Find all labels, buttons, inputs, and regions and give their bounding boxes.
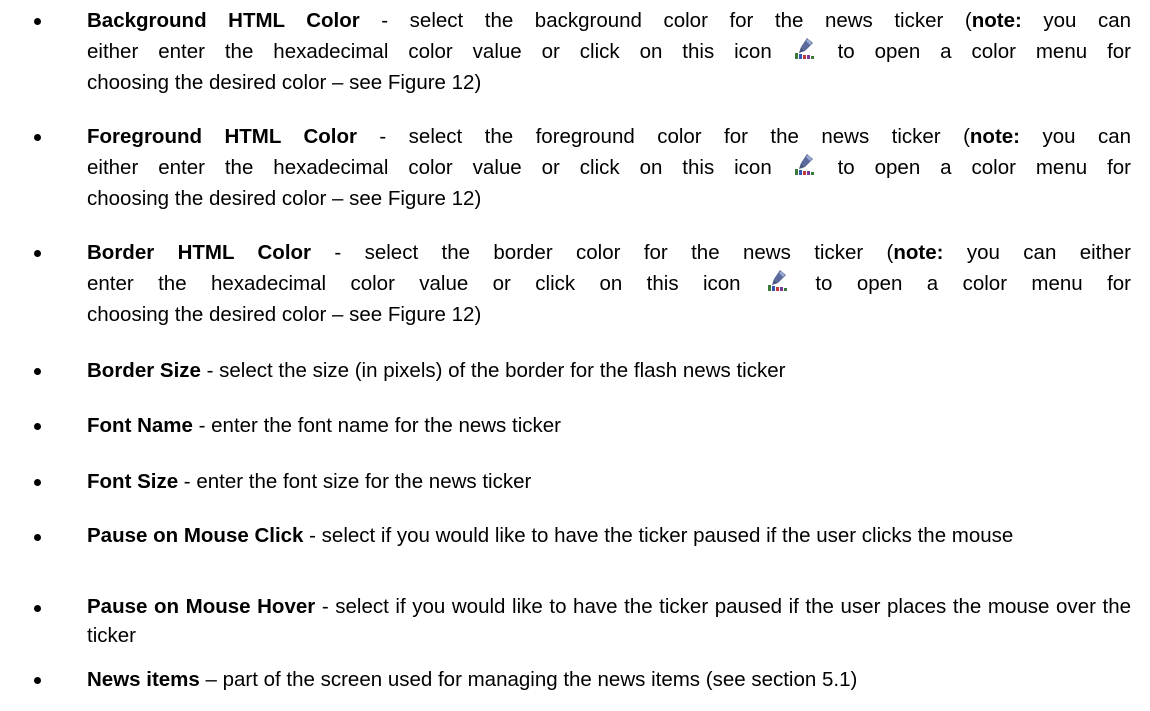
term-label: Font Size [87,470,179,493]
bullet-dot [34,605,41,612]
bullet-dot [34,677,41,684]
note-label: note: [971,9,1022,32]
term-label: Foreground HTML Color [87,125,357,148]
note-label: note: [893,241,944,264]
term-label: Pause on Mouse Click [87,524,304,547]
term-label: Border HTML Color [87,241,312,264]
term-label: News items [87,668,200,691]
term-label: Border Size [87,359,201,382]
list-item-text: Foreground HTML Color - select the foreg… [87,125,1131,210]
term-label: Background HTML Color [87,9,360,32]
note-label: note: [969,125,1021,148]
color-picker-icon[interactable] [794,36,816,60]
term-label: Pause on Mouse Hover [87,595,316,618]
list-item-text: News items – part of the screen used for… [87,668,858,691]
list-item-text: Font Size - enter the font size for the … [87,470,532,493]
list-item-text: Border HTML Color - select the border co… [87,241,1131,326]
bullet-dot [34,250,41,257]
document-page: Background HTML Color - select the backg… [0,0,1150,711]
color-picker-icon[interactable] [767,268,789,292]
bullet-dot [34,423,41,430]
term-label: Font Name [87,414,193,437]
bullet-dot [34,368,41,375]
list-item-text: Border Size - select the size (in pixels… [87,359,786,382]
list-item-text: Pause on Mouse Hover - select if you wou… [87,595,1132,647]
list-item-text: Pause on Mouse Click - select if you wou… [87,524,1014,547]
bullet-dot [34,18,41,25]
list-item-text: Font Name - enter the font name for the … [87,414,561,437]
bullet-dot [34,479,41,486]
bullet-dot [34,534,41,541]
color-picker-icon[interactable] [794,152,816,176]
bullet-dot [34,134,41,141]
list-item-text: Background HTML Color - select the backg… [87,9,1131,94]
